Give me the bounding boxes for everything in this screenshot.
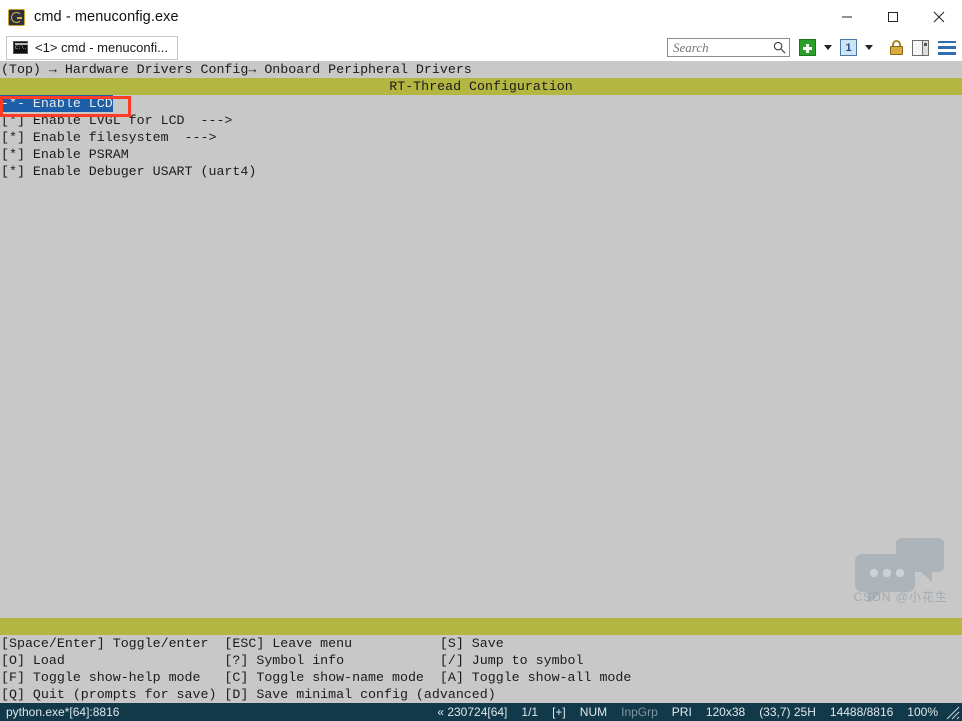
- green-plus-icon: [799, 39, 816, 56]
- status-process: python.exe*[64]:8816: [6, 705, 120, 719]
- status-num: NUM: [579, 705, 608, 719]
- watermark-label: CSDN @小花生: [853, 590, 948, 604]
- status-cursor: (33,7) 25H: [759, 705, 816, 719]
- close-button[interactable]: [916, 0, 962, 34]
- menu-item-enable-filesystem[interactable]: [*] Enable filesystem --->: [0, 129, 962, 146]
- tab-console-1[interactable]: <1> cmd - menuconfi...: [6, 35, 178, 60]
- active-console-chevron-down-icon[interactable]: [865, 45, 873, 50]
- split-pane-button[interactable]: [912, 39, 938, 56]
- status-right-group: « 230724[64] 1/1 [+] NUM InpGrp PRI 120x…: [437, 705, 960, 719]
- help-row: [Space/Enter] Toggle/enter [ESC] Leave m…: [1, 636, 504, 651]
- status-pri: PRI: [671, 705, 692, 719]
- tab-label: <1> cmd - menuconfi...: [35, 40, 168, 55]
- search-input[interactable]: [673, 39, 773, 56]
- breadcrumb: (Top) → Hardware Drivers Config→ Onboard…: [0, 61, 962, 78]
- help-footer: [Space/Enter] Toggle/enter [ESC] Leave m…: [0, 635, 962, 703]
- window-controls: [824, 0, 962, 34]
- lock-button[interactable]: [881, 39, 912, 56]
- status-inpgrp: InpGrp: [621, 705, 658, 719]
- status-insert: [+]: [552, 705, 566, 719]
- new-console-chevron-down-icon[interactable]: [824, 45, 832, 50]
- help-row: [Q] Quit (prompts for save) [D] Save min…: [1, 687, 496, 702]
- conemu-icon: [8, 8, 25, 26]
- menu-item-enable-lvgl-for-lcd[interactable]: [*] Enable LVGL for LCD --->: [0, 112, 962, 129]
- status-buffer: 14488/8816: [829, 705, 894, 719]
- lock-icon: [888, 39, 905, 56]
- search-icon: [773, 41, 786, 54]
- status-size: 120x38: [705, 705, 746, 719]
- status-zoom: 100%: [907, 705, 938, 719]
- active-console-button[interactable]: 1: [840, 39, 861, 56]
- help-row: [O] Load [?] Symbol info [/] Jump to sym…: [1, 653, 584, 668]
- tab-strip: <1> cmd - menuconfi... 1: [0, 34, 962, 61]
- status-pages: 1/1: [521, 705, 539, 719]
- menu-item-enable-debuger-usart[interactable]: [*] Enable Debuger USART (uart4): [0, 163, 962, 180]
- hamburger-menu-icon: [938, 40, 956, 55]
- menu-list: -*- Enable LCD [*] Enable LVGL for LCD -…: [0, 95, 962, 180]
- minimize-button[interactable]: [824, 0, 870, 34]
- console-icon: [13, 41, 28, 54]
- conemu-window: cmd - menuconfig.exe <1> cmd - menuconfi…: [0, 0, 962, 721]
- split-pane-icon: [912, 39, 929, 56]
- resize-grip-icon[interactable]: [944, 704, 960, 720]
- status-bar: python.exe*[64]:8816 « 230724[64] 1/1 [+…: [0, 703, 962, 721]
- list-item[interactable]: -*- Enable LCD: [0, 95, 962, 112]
- toolbar: 1: [667, 34, 956, 61]
- title-bar: cmd - menuconfig.exe: [0, 0, 962, 34]
- help-row: [F] Toggle show-help mode [C] Toggle sho…: [1, 670, 632, 685]
- maximize-button[interactable]: [870, 0, 916, 34]
- numbered-tab-icon: 1: [840, 39, 857, 56]
- new-console-button[interactable]: [799, 39, 820, 56]
- help-separator: [0, 618, 962, 635]
- search-box[interactable]: [667, 38, 790, 57]
- window-title: cmd - menuconfig.exe: [34, 9, 179, 25]
- status-build: « 230724[64]: [437, 705, 508, 719]
- console-empty-area: [0, 180, 962, 618]
- page-title: RT-Thread Configuration: [0, 78, 962, 95]
- menu-item-enable-lcd[interactable]: -*- Enable LCD: [0, 95, 113, 112]
- menu-button[interactable]: [938, 40, 956, 55]
- menu-item-enable-psram[interactable]: [*] Enable PSRAM: [0, 146, 962, 163]
- title-bar-left: cmd - menuconfig.exe: [0, 8, 179, 26]
- console-viewport[interactable]: (Top) → Hardware Drivers Config→ Onboard…: [0, 61, 962, 618]
